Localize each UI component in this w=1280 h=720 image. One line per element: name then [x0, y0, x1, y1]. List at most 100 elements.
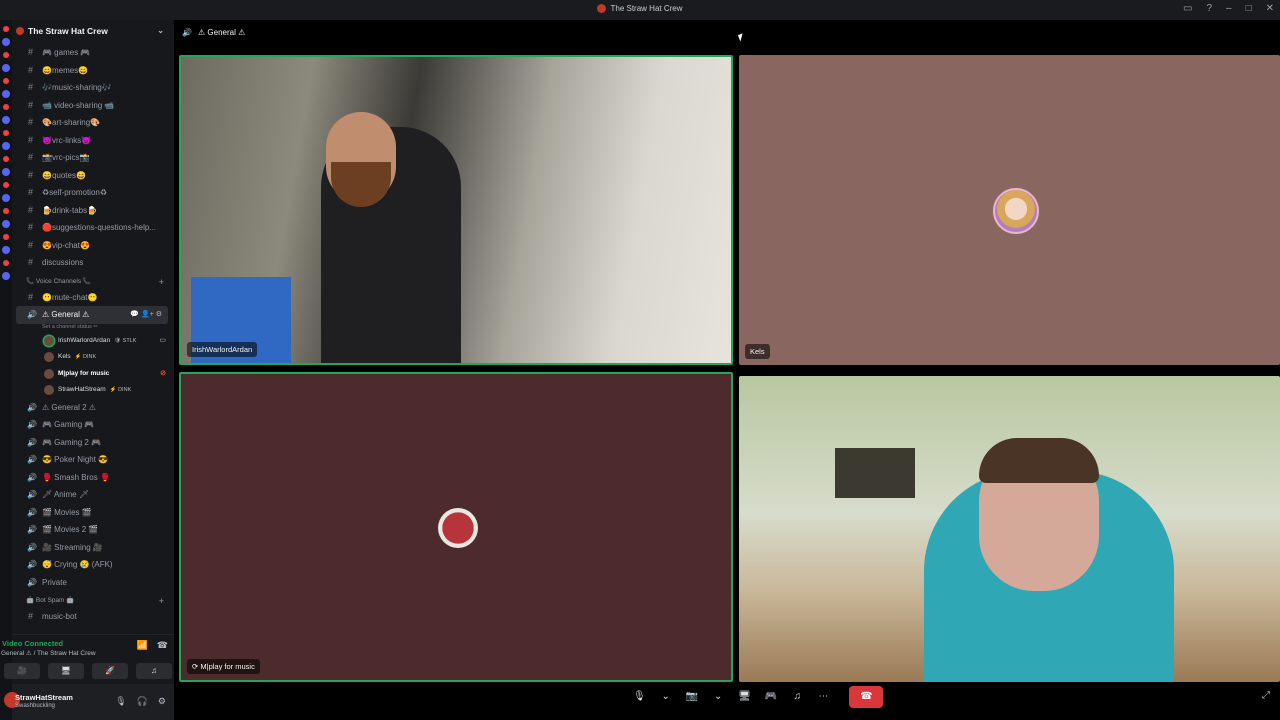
- voice-user-name: StrawHatStream: [58, 386, 106, 393]
- soundboard-button[interactable]: ♫: [136, 663, 172, 679]
- more-options-icon[interactable]: ⋯: [813, 686, 833, 708]
- video-tile-mplay[interactable]: ⟳ M|play for music: [179, 372, 733, 682]
- screenshare-button[interactable]: 🖥: [48, 663, 84, 679]
- channel-mute-chat[interactable]: # 😶mute-chat😶: [12, 289, 174, 307]
- hash-icon: #: [28, 134, 34, 145]
- video-tile-irishwarlordardan[interactable]: IrishWarlordArdan: [179, 55, 733, 365]
- channel-label: 🛑suggestions-questions-help...: [42, 223, 157, 232]
- server-icon[interactable]: [3, 234, 9, 240]
- activity-button[interactable]: 🎮: [761, 686, 781, 708]
- voice-location[interactable]: General ⚠ / The Straw Hat Crew: [1, 649, 96, 657]
- hash-icon: #: [28, 47, 34, 57]
- chevron-down-icon[interactable]: ⌄: [656, 686, 676, 708]
- server-icon[interactable]: [3, 182, 9, 188]
- disconnect-icon[interactable]: ☎: [157, 640, 168, 651]
- hash-icon: #: [28, 117, 34, 127]
- server-icon[interactable]: [2, 64, 10, 72]
- mute-button[interactable]: 🎙: [629, 686, 650, 708]
- text-channel[interactable]: # 😈vrc-links😈: [12, 132, 174, 150]
- server-icon[interactable]: [2, 168, 10, 176]
- avatar: [44, 352, 54, 362]
- text-channel[interactable]: # 🎮 games 🎮: [12, 44, 174, 62]
- camera-off-button[interactable]: 📷: [682, 686, 702, 708]
- avatar: [993, 188, 1039, 234]
- text-channel-list: # 🎮 games 🎮 # 😄memes😄 # 🎶music-sharing🎶 # 📹 vid…: [12, 44, 174, 272]
- server-icon[interactable]: [2, 38, 10, 46]
- text-channel[interactable]: # 😄quotes😄: [12, 167, 174, 185]
- server-icon[interactable]: [3, 130, 9, 136]
- window-title: The Straw Hat Crew: [0, 4, 1280, 13]
- text-channel[interactable]: # ♻self-promotion♻: [12, 184, 174, 202]
- call-channel-title: ⚠ General ⚠: [198, 28, 246, 37]
- voice-channel[interactable]: 🔊 🎮 Gaming 2 🎮: [12, 434, 174, 452]
- server-icon[interactable]: [3, 208, 9, 214]
- server-icon[interactable]: [3, 78, 9, 84]
- server-icon[interactable]: [3, 260, 9, 266]
- voice-user[interactable]: Kels ⚡ DINK: [12, 349, 174, 366]
- call-view: 🔊 ⚠ General ⚠ IrishWarlordArdan Kels ⟳ M…: [174, 20, 1280, 720]
- text-channel[interactable]: # 🍺drink-tabs🍺: [12, 202, 174, 220]
- voice-channel[interactable]: 🔊 🎥 Streaming 🎥: [12, 539, 174, 557]
- screenshare-button[interactable]: 🖥: [734, 686, 755, 708]
- server-icon[interactable]: [3, 104, 9, 110]
- server-header[interactable]: The Straw Hat Crew ⌄: [12, 20, 174, 44]
- text-channel[interactable]: # 🎨art-sharing🎨: [12, 114, 174, 132]
- voice-channel[interactable]: 🔊 🎬 Movies 🎬: [12, 504, 174, 522]
- soundboard-button[interactable]: ♫: [787, 686, 807, 708]
- video-tile-self[interactable]: [739, 376, 1280, 682]
- text-channel[interactable]: # 🎶music-sharing🎶: [12, 79, 174, 97]
- chevron-down-icon[interactable]: ⌄: [157, 26, 164, 35]
- text-channel[interactable]: # 📸vrc-pics📸: [12, 149, 174, 167]
- voice-channel[interactable]: 🔊 ⚠ General 2 ⚠: [12, 399, 174, 417]
- channel-actions[interactable]: 💬 👤+ ⚙: [130, 306, 162, 324]
- chevron-down-icon[interactable]: ⌄: [708, 686, 728, 708]
- voice-channel[interactable]: 🔊 😎 Poker Night 😎: [12, 451, 174, 469]
- text-channel[interactable]: # music-bot: [12, 608, 174, 626]
- video-tile-kels[interactable]: Kels: [739, 55, 1280, 365]
- voice-channel[interactable]: 🔊 🎮 Gaming 🎮: [12, 416, 174, 434]
- voice-channel[interactable]: 🔊 🗡 Anime 🗡: [12, 486, 174, 504]
- voice-category[interactable]: 📞 Voice Channels 📞 +: [12, 272, 174, 289]
- server-icon[interactable]: [3, 26, 9, 32]
- settings-icon[interactable]: ⚙: [158, 696, 166, 707]
- server-icon[interactable]: [2, 116, 10, 124]
- server-icon[interactable]: [2, 90, 10, 98]
- server-icon[interactable]: [2, 246, 10, 254]
- help-icon[interactable]: ?: [1206, 3, 1212, 14]
- speaker-icon: 🔊: [27, 402, 37, 412]
- server-icon[interactable]: [2, 142, 10, 150]
- microphone-icon[interactable]: 🎙: [115, 696, 126, 707]
- text-channel[interactable]: # 😍vip-chat😍: [12, 237, 174, 255]
- server-icon[interactable]: [2, 220, 10, 228]
- voice-channel[interactable]: 🔊 😴 Crying 😢 (AFK): [12, 556, 174, 574]
- voice-channel-active[interactable]: 🔊 ⚠ General ⚠ 💬 👤+ ⚙: [16, 306, 168, 324]
- text-channel[interactable]: # discussions: [12, 254, 174, 272]
- signal-icon[interactable]: 📶: [137, 640, 148, 651]
- inbox-icon[interactable]: ▭: [1183, 3, 1192, 14]
- close-icon[interactable]: ✕: [1266, 3, 1274, 14]
- end-call-button[interactable]: ☎: [849, 686, 884, 708]
- voice-channel[interactable]: 🔊 🎬 Movies 2 🎬: [12, 521, 174, 539]
- server-icon[interactable]: [3, 156, 9, 162]
- server-icon[interactable]: [3, 52, 9, 58]
- avatar: [44, 335, 54, 346]
- activity-button[interactable]: 🚀: [92, 663, 128, 679]
- text-channel[interactable]: # 😄memes😄: [12, 62, 174, 80]
- channel-status[interactable]: Set a channel status ✏: [12, 324, 174, 333]
- headphones-icon[interactable]: 🎧: [137, 696, 148, 707]
- bot-category[interactable]: 🤖 Bot Spam 🤖 +: [12, 591, 174, 608]
- voice-user[interactable]: StrawHatStream ⚡ DINK: [12, 382, 174, 399]
- text-channel[interactable]: # 🛑suggestions-questions-help...: [12, 219, 174, 237]
- server-icon[interactable]: [2, 272, 10, 280]
- voice-user[interactable]: M|play for music ⊘: [12, 366, 174, 383]
- hash-icon: #: [28, 64, 34, 75]
- server-icon[interactable]: [2, 194, 10, 202]
- text-channel[interactable]: # 📹 video-sharing 📹: [12, 97, 174, 115]
- maximize-icon[interactable]: □: [1246, 3, 1252, 14]
- minimize-icon[interactable]: –: [1226, 3, 1232, 14]
- camera-button[interactable]: 🎥: [4, 663, 40, 679]
- voice-channel[interactable]: 🔊 Private: [12, 574, 174, 592]
- popout-icon[interactable]: ⤢: [1262, 690, 1270, 701]
- voice-channel[interactable]: 🔊 🥊 Smash Bros 🥊: [12, 469, 174, 487]
- voice-user[interactable]: IrishWarlordArdan 🛡 STLK ▭: [12, 333, 174, 350]
